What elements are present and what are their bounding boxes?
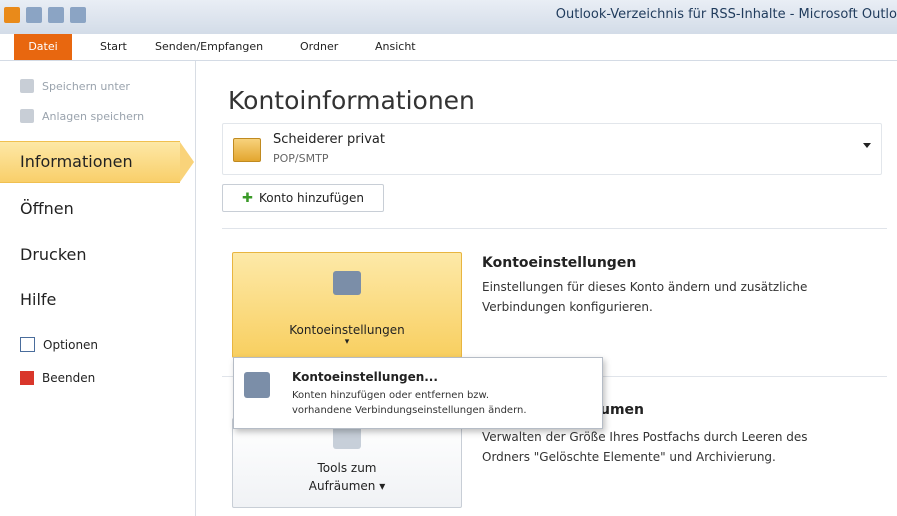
account-dropdown[interactable]: Scheiderer privat POP/SMTP <box>222 123 882 175</box>
nav-save-attachments-label: Anlagen speichern <box>42 109 145 123</box>
cleanup-desc-1: Verwalten der Größe Ihres Postfachs durc… <box>482 430 808 444</box>
save-icon[interactable] <box>26 7 42 23</box>
options-icon <box>20 337 35 352</box>
nav-item-hilfe[interactable]: Hilfe <box>20 290 56 309</box>
account-type: POP/SMTP <box>273 152 329 165</box>
nav-item-drucken[interactable]: Drucken <box>20 245 87 264</box>
add-account-button[interactable]: ✚ Konto hinzufügen <box>222 184 384 212</box>
account-settings-desc-2: Verbindungen konfigurieren. <box>482 300 653 314</box>
page-title: Kontoinformationen <box>228 86 475 115</box>
tab-ordner[interactable]: Ordner <box>300 34 338 60</box>
chevron-down-icon: ▾ <box>344 337 350 347</box>
mail-account-icon <box>233 138 261 162</box>
nav-item-informationen[interactable]: Informationen <box>0 141 194 183</box>
tab-ansicht[interactable]: Ansicht <box>375 34 416 60</box>
menu-item-account-settings[interactable]: Kontoeinstellungen... <box>292 370 438 384</box>
tab-senden-empfangen[interactable]: Senden/Empfangen <box>155 34 263 60</box>
nav-item-beenden[interactable]: Beenden <box>20 371 95 385</box>
account-settings-desc-1: Einstellungen für dieses Konto ändern un… <box>482 280 808 294</box>
attachment-icon <box>20 109 34 123</box>
cleanup-tools-button[interactable]: Tools zum Aufräumen ▾ <box>232 418 462 508</box>
nav-save-as-label: Speichern unter <box>42 79 130 93</box>
nav-item-informationen-label: Informationen <box>20 152 133 171</box>
quick-access-toolbar <box>4 7 86 23</box>
menu-item-desc: Konten hinzufügen oder entfernen bzw. vo… <box>292 388 592 418</box>
nav-item-oeffnen[interactable]: Öffnen <box>20 199 74 218</box>
plus-icon: ✚ <box>242 190 253 206</box>
nav-save-as[interactable]: Speichern unter <box>20 79 130 93</box>
nav-item-optionen-label: Optionen <box>43 337 99 352</box>
divider <box>222 228 887 229</box>
account-settings-icon <box>244 372 270 398</box>
nav-item-optionen[interactable]: Optionen <box>20 337 98 352</box>
cleanup-tools-label-2: Aufräumen ▾ <box>308 479 386 493</box>
window-title: Outlook-Verzeichnis für RSS-Inhalte - Mi… <box>555 7 897 22</box>
account-settings-button-label: Kontoeinstellungen <box>289 323 405 337</box>
tab-datei[interactable]: Datei <box>14 34 72 60</box>
exit-icon <box>20 371 34 385</box>
chevron-down-icon[interactable] <box>863 143 871 148</box>
outlook-app-icon[interactable] <box>4 7 20 23</box>
tab-start[interactable]: Start <box>100 34 127 60</box>
account-settings-title: Kontoeinstellungen <box>482 255 637 271</box>
menu-item-desc-2: vorhandene Verbindungseinstellungen ände… <box>292 405 527 416</box>
cleanup-tools-label-1: Tools zum <box>317 461 377 475</box>
account-name: Scheiderer privat <box>273 132 385 147</box>
nav-save-attachments[interactable]: Anlagen speichern <box>20 109 144 123</box>
save-as-icon <box>20 79 34 93</box>
backstage-nav: Speichern unter Anlagen speichern Inform… <box>0 61 196 516</box>
add-account-label: Konto hinzufügen <box>258 191 364 205</box>
ribbon-tabs: Datei Start Senden/Empfangen Ordner Ansi… <box>0 34 897 61</box>
cleanup-desc-2: Ordners "Gelöschte Elemente" und Archivi… <box>482 450 776 464</box>
nav-item-beenden-label: Beenden <box>42 371 96 385</box>
title-bar: Outlook-Verzeichnis für RSS-Inhalte - Mi… <box>0 0 897 34</box>
undo-icon[interactable] <box>48 7 64 23</box>
account-settings-menu: Kontoeinstellungen... Konten hinzufügen … <box>233 357 603 429</box>
account-settings-icon <box>333 271 361 295</box>
menu-item-desc-1: Konten hinzufügen oder entfernen bzw. <box>292 390 489 401</box>
print-icon[interactable] <box>70 7 86 23</box>
account-settings-button[interactable]: Kontoeinstellungen ▾ <box>232 252 462 358</box>
cleanup-title: umen <box>600 402 645 418</box>
